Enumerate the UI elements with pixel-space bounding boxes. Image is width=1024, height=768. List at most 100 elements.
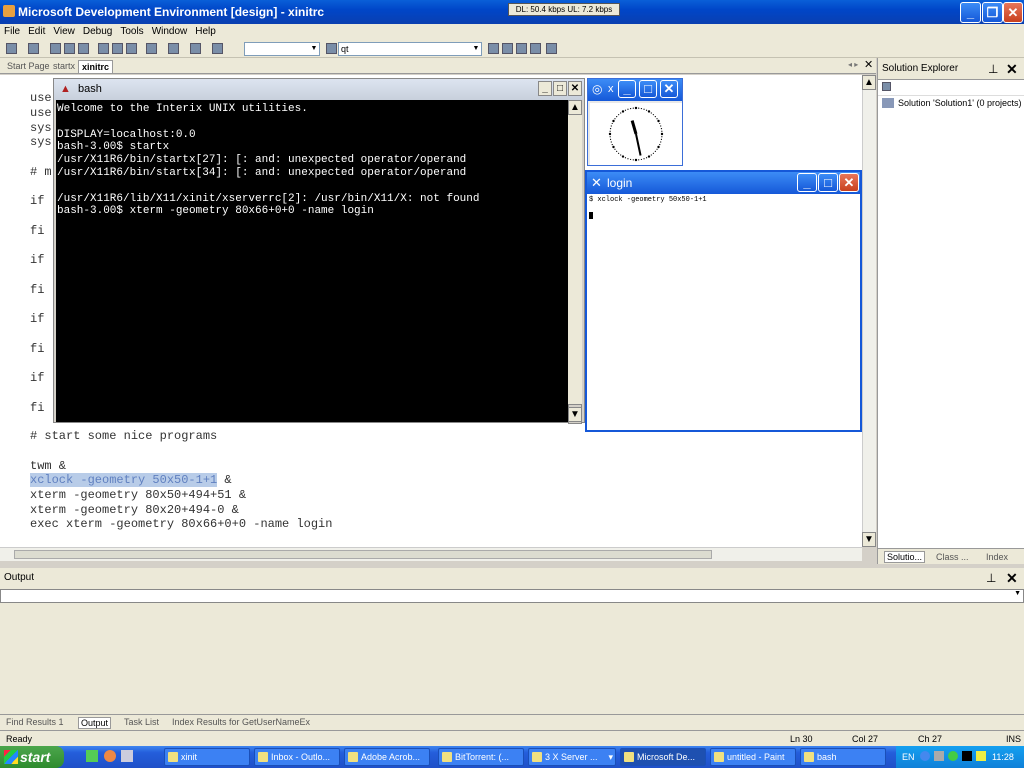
close-panel-icon[interactable]: ✕ [1006,58,1018,80]
clock-tick [643,158,645,160]
task-bash[interactable]: bash [800,748,886,766]
login-maximize-button[interactable]: □ [818,173,838,192]
minimize-button[interactable]: _ [960,2,981,23]
quicklaunch-desktop-icon[interactable] [86,750,98,762]
toolbar-options-icon[interactable] [546,43,557,54]
pin-icon[interactable]: ⊥ [988,58,998,80]
tray-volume-icon[interactable] [934,751,944,761]
paint-icon [714,752,724,762]
clock-tick [659,143,661,146]
cut-icon[interactable] [98,43,109,54]
find-icon[interactable] [326,43,337,54]
find-combo[interactable]: qt ▼ [338,42,482,56]
scroll-down-icon[interactable]: ▼ [862,532,876,547]
xclock-maximize-button[interactable]: □ [639,80,657,98]
redo-icon[interactable] [168,43,179,54]
properties-icon[interactable] [882,82,891,91]
tray-status-icon[interactable] [948,751,958,761]
bash-minimize-button[interactable]: _ [538,81,552,96]
language-indicator[interactable]: EN [902,746,915,768]
tray-network-icon[interactable] [920,751,930,761]
scroll-up-icon[interactable]: ▲ [568,100,582,115]
menu-edit[interactable]: Edit [24,24,49,39]
tab-startx[interactable]: startx [50,60,78,73]
solution-node[interactable]: Solution 'Solution1' (0 projects) [878,96,1024,110]
paste-icon[interactable] [126,43,137,54]
tab-index[interactable]: Index [986,552,1008,562]
scroll-up-icon[interactable]: ▲ [862,75,876,90]
bash-terminal-output[interactable]: Welcome to the Interix UNIX utilities. D… [56,100,568,422]
toolbox-icon[interactable] [516,43,527,54]
menu-tools[interactable]: Tools [116,24,147,39]
task-outlook[interactable]: Inbox - Outlo... [254,748,340,766]
bash-logo-icon: ▲ [60,83,71,95]
outlook-icon [258,752,268,762]
close-button[interactable]: ✕ [1003,2,1023,23]
tab-solution-explorer[interactable]: Solutio... [884,551,926,563]
properties-icon[interactable] [502,43,513,54]
tab-class-view[interactable]: Class ... [936,552,969,562]
output-source-combo[interactable]: ▼ [0,589,1024,603]
add-item-icon[interactable] [28,43,39,54]
tab-output[interactable]: Output [78,717,112,729]
tray-m-icon[interactable] [962,751,972,761]
editor-horizontal-scrollbar[interactable] [0,547,862,561]
login-minimize-button[interactable]: _ [797,173,817,192]
clock-tick [660,125,662,127]
editor-vertical-scrollbar[interactable]: ▲ ▼ [862,75,876,547]
bash-title-bar: ▲ bash _ □ ✕ [54,79,584,100]
tray-app-icon[interactable] [976,751,986,761]
close-document-icon[interactable]: ✕ [864,58,873,71]
horizontal-scroll-thumb[interactable] [14,550,712,559]
menu-help[interactable]: Help [191,24,220,39]
menu-file[interactable]: File [0,24,24,39]
tab-start-page[interactable]: Start Page [4,60,53,73]
tab-scroll-arrows-icon[interactable]: ◂ ▸ [848,60,858,69]
menu-view[interactable]: View [49,24,79,39]
bash-close-button[interactable]: ✕ [568,81,582,96]
close-panel-icon[interactable]: ✕ [1006,568,1018,588]
task-bittorrent[interactable]: BitTorrent: (... [438,748,524,766]
solution-explorer-icon[interactable] [488,43,499,54]
new-project-icon[interactable] [6,43,17,54]
solution-explorer-tabs: Solutio... Class ... Index [878,548,1024,564]
copy-icon[interactable] [112,43,123,54]
tools-icon[interactable] [530,43,541,54]
clock-tick [660,132,664,136]
code-line: fi [30,283,45,297]
pin-icon[interactable]: ⊥ [986,568,996,588]
scroll-down-icon[interactable]: ▼ [568,407,582,422]
quicklaunch-firefox-icon[interactable] [104,750,116,762]
clock-tick [609,130,611,132]
bash-scrollbar[interactable]: ▲ ▼ [568,100,582,424]
bash-maximize-button[interactable]: □ [553,81,567,96]
tab-xinitrc[interactable]: xinitrc [78,60,114,73]
tab-task-list[interactable]: Task List [124,717,159,727]
tab-find-results[interactable]: Find Results 1 [6,717,64,727]
menu-debug[interactable]: Debug [79,24,116,39]
navigate-back-icon[interactable] [190,43,201,54]
xclock-minimize-button[interactable]: _ [618,80,636,98]
start-button[interactable]: start [0,746,64,768]
tab-index-results[interactable]: Index Results for GetUserNameEx [172,717,310,727]
maximize-button[interactable]: ❐ [982,2,1003,23]
login-terminal-output[interactable]: $ xclock -geometry 50x50-1+1 [589,196,707,204]
undo-icon[interactable] [146,43,157,54]
code-line-selected: xclock -geometry 50x50-1+1 & [30,473,232,487]
quicklaunch-explorer-icon[interactable] [121,750,133,762]
start-icon[interactable] [212,43,223,54]
task-microsoft-devenv[interactable]: Microsoft De... [620,748,706,766]
save-icon[interactable] [64,43,75,54]
configuration-combo[interactable]: ▼ [244,42,320,56]
save-all-icon[interactable] [78,43,89,54]
task-paint[interactable]: untitled - Paint [710,748,796,766]
menu-window[interactable]: Window [148,24,192,39]
login-close-button[interactable]: ✕ [839,173,859,192]
xclock-window: ◎ x _ □ ✕ [587,78,683,166]
clock-tick [656,118,658,120]
open-icon[interactable] [50,43,61,54]
task-x-server-group[interactable]: 3 X Server ... ▾ [528,748,616,766]
task-xinit[interactable]: xinit [164,748,250,766]
task-acrobat[interactable]: Adobe Acrob... [344,748,430,766]
xclock-close-button[interactable]: ✕ [660,80,678,98]
